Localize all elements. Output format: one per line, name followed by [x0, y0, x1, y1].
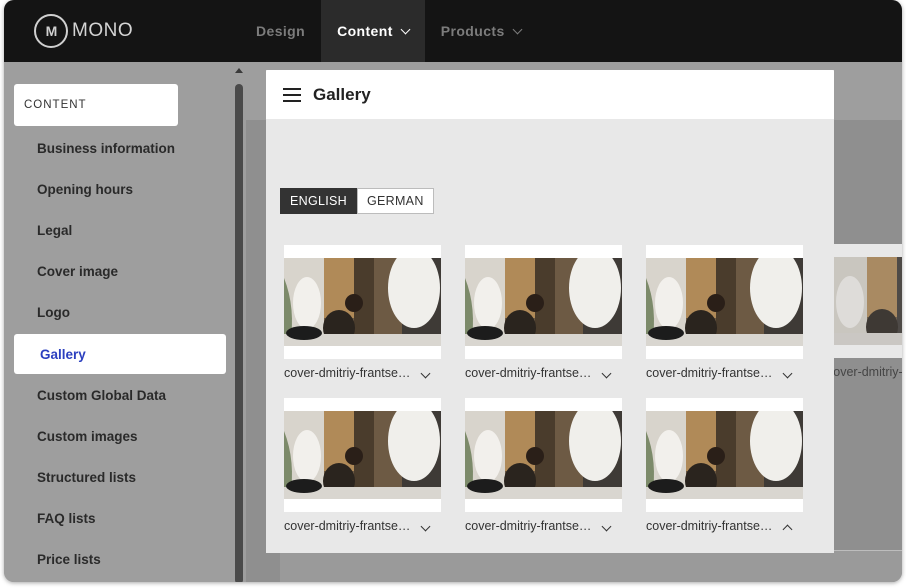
- gallery-image-overflow: cover-dmitriy-: [827, 244, 902, 379]
- gallery-thumbnail: [827, 244, 902, 358]
- gallery-image-caption: cover-dmitriy-frantse…: [465, 366, 622, 380]
- sidebar-item-legal[interactable]: Legal: [37, 223, 72, 238]
- sidebar-item-price-lists[interactable]: Price lists: [37, 552, 101, 567]
- chevron-down-icon[interactable]: [420, 521, 431, 531]
- logo-text: MONO: [72, 20, 134, 41]
- gallery-image-caption: cover-dmitriy-frantse…: [465, 519, 622, 533]
- gallery-thumbnail[interactable]: [646, 398, 803, 512]
- nav-content[interactable]: Content: [321, 0, 425, 62]
- sidebar-item-gallery[interactable]: Gallery: [14, 334, 226, 374]
- gallery-thumbnail[interactable]: [646, 245, 803, 359]
- logo-mark-icon: M: [34, 14, 68, 48]
- sidebar-item-cover-image[interactable]: Cover image: [37, 264, 118, 279]
- panel-header: Gallery: [266, 70, 834, 119]
- sidebar-item-faq-lists[interactable]: FAQ lists: [37, 511, 96, 526]
- caption-text: cover-dmitriy-: [827, 365, 902, 379]
- language-german-button[interactable]: GERMAN: [356, 188, 434, 214]
- photo-image: [646, 258, 803, 346]
- chevron-down-icon[interactable]: [420, 368, 431, 378]
- gallery-image-caption: cover-dmitriy-frantse…: [284, 366, 441, 380]
- gallery-image-card[interactable]: cover-dmitriy-frantse…: [646, 398, 803, 534]
- gallery-image-card[interactable]: cover-dmitriy-frantse…: [465, 398, 622, 533]
- sidebar-section-header: CONTENT: [14, 84, 178, 126]
- photo-image: [465, 411, 622, 499]
- nav-design-label: Design: [256, 23, 306, 39]
- chevron-down-icon: [400, 24, 411, 34]
- caption-text: cover-dmitriy-frantse…: [646, 519, 773, 533]
- language-switcher: ENGLISH GERMAN: [280, 188, 434, 214]
- nav-products[interactable]: Products: [425, 0, 537, 62]
- sidebar-scrollbar[interactable]: [232, 62, 246, 582]
- caption-text: cover-dmitriy-frantse…: [465, 366, 592, 380]
- gallery-image-caption: cover-dmitriy-frantse…: [646, 366, 803, 380]
- brand-logo[interactable]: M MONO: [34, 14, 240, 48]
- gallery-image-caption: cover-dmitriy-: [827, 365, 902, 379]
- gallery-image-card[interactable]: cover-dmitriy-frantse…: [465, 245, 622, 380]
- gallery-image-card[interactable]: cover-dmitriy-frantse…: [284, 398, 441, 533]
- nav-content-label: Content: [337, 23, 393, 39]
- chevron-up-icon[interactable]: [782, 524, 793, 534]
- content-backdrop-footer: [280, 550, 902, 582]
- menu-icon[interactable]: [283, 87, 301, 102]
- chevron-down-icon[interactable]: [601, 368, 612, 378]
- photo-image: [465, 258, 622, 346]
- sidebar-item-logo[interactable]: Logo: [37, 305, 70, 320]
- photo-image: [827, 257, 902, 345]
- page-title: Gallery: [313, 84, 371, 104]
- chevron-down-icon[interactable]: [601, 521, 612, 531]
- sidebar: CONTENT Business information Opening hou…: [4, 62, 232, 582]
- sidebar-item-business-information[interactable]: Business information: [37, 141, 175, 156]
- sidebar-item-structured-lists[interactable]: Structured lists: [37, 470, 136, 485]
- sidebar-item-custom-global-data[interactable]: Custom Global Data: [37, 388, 166, 403]
- chevron-down-icon[interactable]: [782, 368, 793, 378]
- gallery-image-card[interactable]: cover-dmitriy-frantse…: [646, 245, 803, 380]
- top-navigation-bar: M MONO Design Content Products: [4, 0, 902, 62]
- photo-image: [646, 411, 803, 499]
- photo-image: [284, 258, 441, 346]
- gallery-thumbnail[interactable]: [465, 398, 622, 512]
- nav-products-label: Products: [440, 23, 505, 39]
- gallery-thumbnail[interactable]: [284, 398, 441, 512]
- caption-text: cover-dmitriy-frantse…: [284, 366, 411, 380]
- gallery-image-caption: cover-dmitriy-frantse…: [646, 519, 803, 534]
- sidebar-item-custom-images[interactable]: Custom images: [37, 429, 138, 444]
- gallery-image-caption: cover-dmitriy-frantse…: [284, 519, 441, 533]
- gallery-panel: Gallery ENGLISH GERMAN cover-dmitriy-fra…: [266, 70, 834, 553]
- language-english-button[interactable]: ENGLISH: [280, 188, 357, 214]
- scrollbar-thumb[interactable]: [235, 84, 243, 582]
- scroll-up-arrow-icon[interactable]: [235, 68, 243, 73]
- app-window: M MONO Design Content Products CONTENT B…: [4, 0, 902, 582]
- chevron-down-icon: [512, 24, 523, 34]
- gallery-image-card[interactable]: cover-dmitriy-frantse…: [284, 245, 441, 380]
- gallery-thumbnail[interactable]: [284, 245, 441, 359]
- nav-design[interactable]: Design: [240, 0, 321, 62]
- photo-image: [284, 411, 441, 499]
- sidebar-item-opening-hours[interactable]: Opening hours: [37, 182, 133, 197]
- caption-text: cover-dmitriy-frantse…: [284, 519, 411, 533]
- caption-text: cover-dmitriy-frantse…: [465, 519, 592, 533]
- caption-text: cover-dmitriy-frantse…: [646, 366, 773, 380]
- gallery-thumbnail[interactable]: [465, 245, 622, 359]
